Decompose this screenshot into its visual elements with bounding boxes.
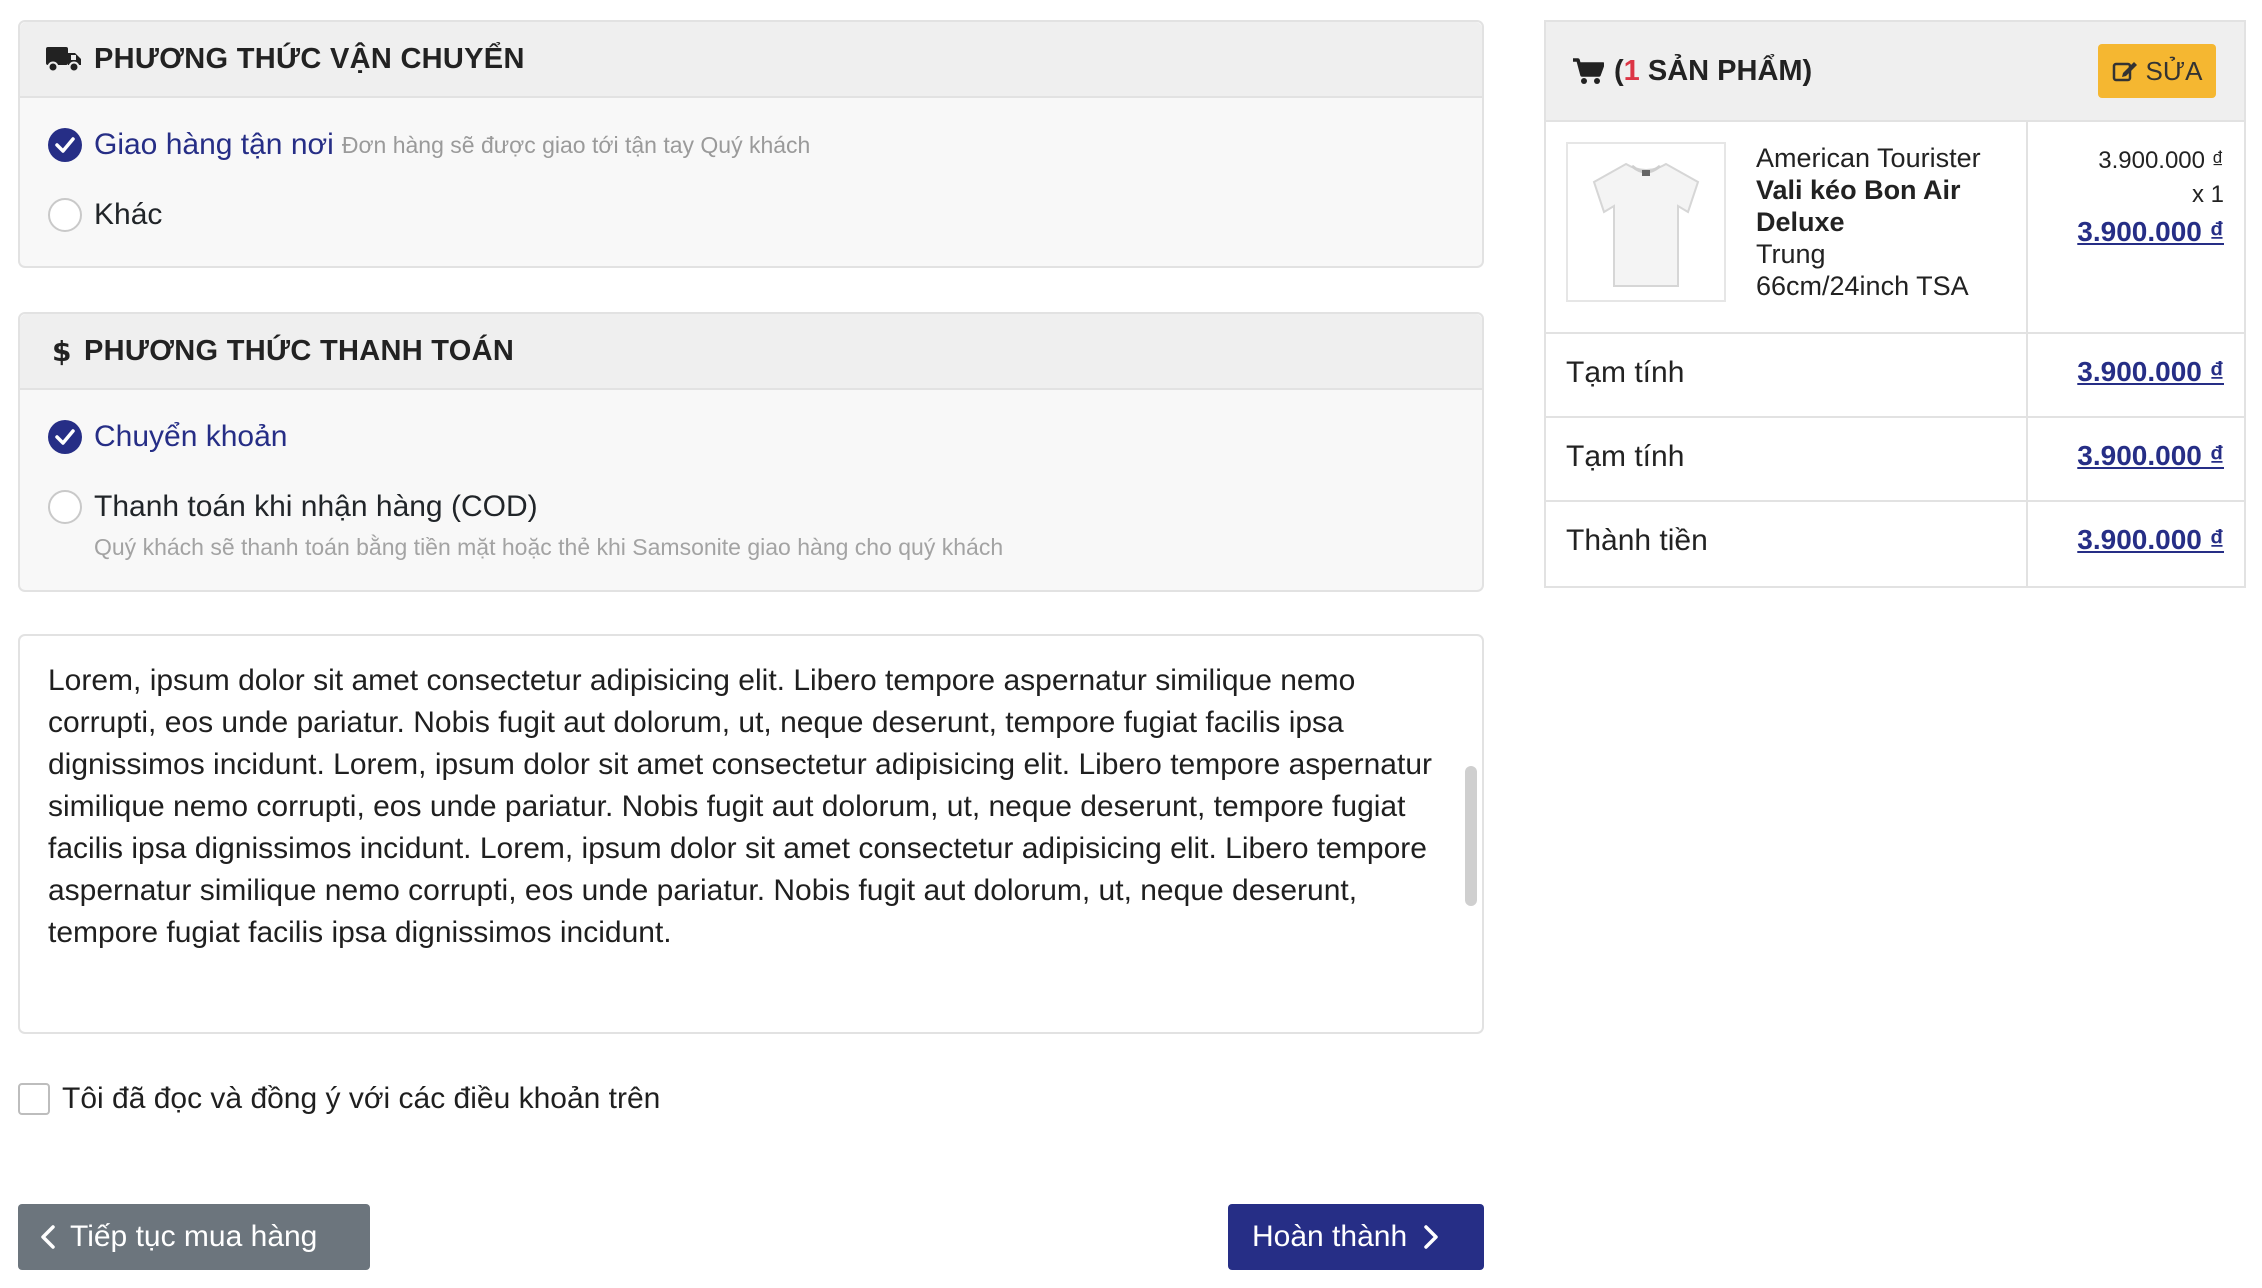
shipping-panel: PHƯƠNG THỨC VẬN CHUYỂN Giao hàng tận nơi… [18, 20, 1484, 268]
product-brand: American Tourister [1756, 143, 1981, 173]
chevron-left-icon [41, 1225, 55, 1249]
payment-option-label: Thanh toán khi nhận hàng (COD) [94, 490, 538, 523]
tshirt-image [1592, 162, 1700, 287]
summary-label-cell: Tạm tính [1546, 418, 2028, 500]
cart-title-rest: SẢN PHẨM) [1639, 54, 1813, 87]
total-row: Thành tiền 3.900.000 ₫ [1546, 502, 2244, 586]
payment-option-note: Quý khách sẽ thanh toán bằng tiền mặt ho… [94, 534, 1004, 560]
cart-item-row: American Tourister Vali kéo Bon Air Delu… [1546, 122, 2244, 334]
radio-checked[interactable] [48, 420, 82, 454]
radio-checked[interactable] [48, 128, 82, 162]
cart-icon [1573, 58, 1604, 84]
check-icon [55, 429, 75, 445]
summary-value-cell: 3.900.000 ₫ [2028, 418, 2244, 500]
terms-text: Lorem, ipsum dolor sit amet consectetur … [48, 664, 1432, 949]
shipping-panel-header: PHƯƠNG THỨC VẬN CHUYỂN [20, 22, 1482, 98]
cart-summary: (1 SẢN PHẨM) SỬA American Tourister Vali… [1544, 20, 2246, 588]
shipping-option-label: Giao hàng tận nơi [94, 128, 334, 161]
cart-item-info: American Tourister Vali kéo Bon Air Delu… [1546, 122, 2028, 332]
summary-label: Tạm tính [1566, 440, 1685, 473]
payment-option-cod[interactable]: Thanh toán khi nhận hàng (COD) [48, 490, 538, 524]
shipping-option-label: Khác [94, 198, 163, 231]
continue-shopping-label: Tiếp tục mua hàng [70, 1220, 318, 1253]
terms-box[interactable]: Lorem, ipsum dolor sit amet consectetur … [18, 634, 1484, 1034]
payment-title: PHƯƠNG THỨC THANH TOÁN [84, 334, 515, 367]
product-thumbnail[interactable] [1566, 142, 1726, 302]
scrollbar-thumb[interactable] [1465, 766, 1477, 906]
summary-value: 3.900.000 ₫ [2077, 356, 2224, 387]
agree-label: Tôi đã đọc và đồng ý với các điều khoản … [62, 1082, 661, 1115]
summary-label-cell: Tạm tính [1546, 334, 2028, 416]
edit-cart-button[interactable]: SỬA [2098, 44, 2216, 98]
edit-label: SỬA [2145, 55, 2203, 86]
total-value-cell: 3.900.000 ₫ [2028, 502, 2244, 586]
payment-panel-header: $ PHƯƠNG THỨC THANH TOÁN [20, 314, 1482, 390]
agree-checkbox[interactable] [18, 1083, 50, 1115]
shipping-option-other[interactable]: Khác [48, 198, 162, 232]
cart-title: (1 SẢN PHẨM) [1614, 55, 1812, 88]
summary-value-cell: 3.900.000 ₫ [2028, 334, 2244, 416]
total-value: 3.900.000 ₫ [2077, 524, 2224, 555]
terms-scrollbar[interactable] [1464, 638, 1478, 1030]
check-icon [55, 137, 75, 153]
chevron-right-icon [1424, 1225, 1438, 1249]
total-label: Thành tiền [1566, 524, 1708, 557]
quantity: x 1 [2191, 181, 2224, 208]
unit-price: 3.900.000 ₫ [2098, 147, 2224, 174]
product-info: American Tourister Vali kéo Bon Air Delu… [1756, 142, 2016, 302]
cart-item-price: 3.900.000 ₫ x 1 3.900.000 ₫ [2028, 122, 2244, 332]
edit-icon [2112, 62, 2137, 82]
summary-row: Tạm tính 3.900.000 ₫ [1546, 418, 2244, 502]
summary-row: Tạm tính 3.900.000 ₫ [1546, 334, 2244, 418]
continue-shopping-button[interactable]: Tiếp tục mua hàng [18, 1204, 370, 1270]
summary-value: 3.900.000 ₫ [2077, 440, 2224, 471]
payment-option-transfer[interactable]: Chuyển khoản [48, 420, 287, 454]
product-price-block: 3.900.000 ₫ x 1 3.900.000 ₫ [2077, 144, 2224, 252]
payment-panel: $ PHƯƠNG THỨC THANH TOÁN Chuyển khoản Th… [18, 312, 1484, 592]
radio-unchecked[interactable] [48, 198, 82, 232]
summary-label: Tạm tính [1566, 356, 1685, 389]
svg-text:$: $ [52, 336, 71, 366]
cart-header: (1 SẢN PHẨM) SỬA [1546, 22, 2244, 122]
shipping-option-note: Đơn hàng sẽ được giao tới tận tay Quý kh… [341, 131, 811, 158]
shipping-option-home[interactable]: Giao hàng tận nơi Đơn hàng sẽ được giao … [48, 128, 810, 162]
radio-unchecked[interactable] [48, 490, 82, 524]
cart-title-open: ( [1614, 54, 1624, 87]
complete-label: Hoàn thành [1252, 1220, 1408, 1253]
product-variant: 66cm/24inch TSA [1756, 271, 1969, 301]
payment-option-label: Chuyển khoản [94, 420, 288, 453]
line-total: 3.900.000 ₫ [2077, 216, 2224, 247]
cart-count: 1 [1623, 54, 1640, 87]
shipping-title: PHƯƠNG THỨC VẬN CHUYỂN [94, 42, 525, 75]
dollar-icon: $ [52, 336, 71, 366]
complete-button[interactable]: Hoàn thành [1228, 1204, 1484, 1270]
product-name[interactable]: Vali kéo Bon Air Deluxe [1756, 174, 2016, 238]
agree-terms[interactable]: Tôi đã đọc và đồng ý với các điều khoản … [18, 1082, 660, 1116]
product-size: Trung [1756, 239, 1826, 269]
total-label-cell: Thành tiền [1546, 502, 2028, 586]
truck-icon [46, 47, 81, 73]
